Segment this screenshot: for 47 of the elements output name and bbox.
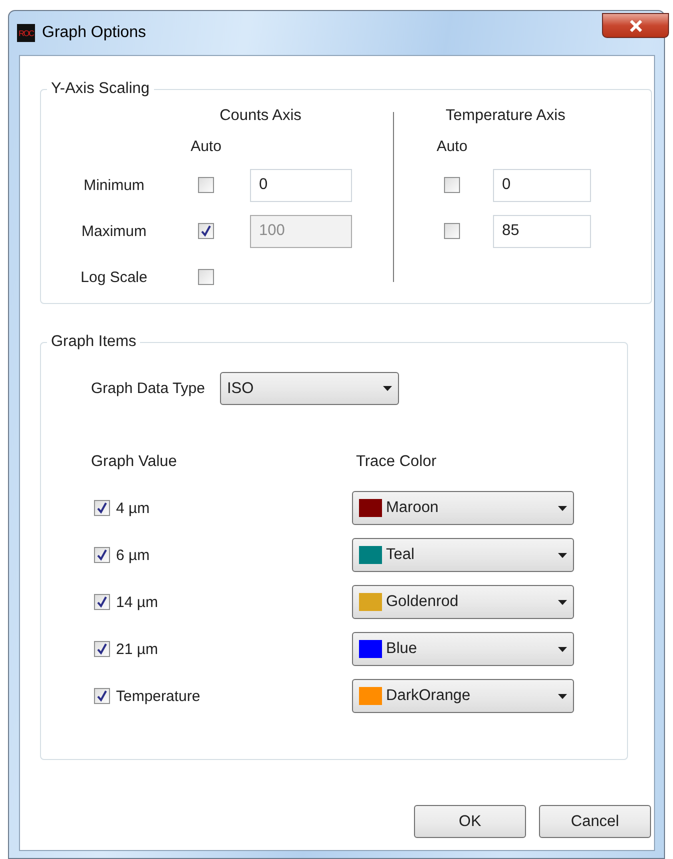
column-label: Auto xyxy=(436,138,468,154)
checkbox-label: 14 µm xyxy=(116,594,158,610)
field-label: Graph Data Type xyxy=(91,380,205,397)
dropdown-arrow-icon xyxy=(558,694,567,698)
column-header: Trace Color xyxy=(356,453,438,471)
column-header: Counts Axis xyxy=(218,107,302,125)
number-field[interactable]: 0 xyxy=(493,168,591,202)
group-title: Graph Items xyxy=(50,333,138,351)
row-label: Maximum xyxy=(81,222,146,240)
dropdown-arrow-icon xyxy=(558,552,567,558)
checkbox-label: 4 µm xyxy=(116,500,150,516)
number-field[interactable]: 0 xyxy=(250,168,352,202)
dialog-button[interactable]: Cancel xyxy=(539,805,651,838)
close-icon xyxy=(628,20,642,32)
close-button[interactable] xyxy=(602,13,669,38)
checkbox[interactable] xyxy=(444,223,460,239)
checkbox[interactable] xyxy=(94,641,110,657)
column-header: Temperature Axis xyxy=(444,107,566,125)
window-title: Graph Options xyxy=(42,24,146,42)
checkbox[interactable] xyxy=(94,688,110,704)
checkbox[interactable] xyxy=(94,500,110,516)
row-label: Log Scale xyxy=(80,268,148,286)
dropdown-arrow-icon xyxy=(382,386,392,391)
checkbox[interactable] xyxy=(198,269,214,285)
dropdown-arrow-icon xyxy=(558,506,567,510)
dropdown-arrow-icon xyxy=(558,600,567,604)
color-dropdown[interactable]: Teal xyxy=(352,538,574,572)
row-label: Minimum xyxy=(84,176,144,194)
number-field[interactable]: 85 xyxy=(493,214,591,248)
checkbox-label: 6 µm xyxy=(116,546,150,564)
group-title: Y-Axis Scaling xyxy=(50,80,151,98)
checkbox[interactable] xyxy=(198,177,214,193)
checkbox[interactable] xyxy=(444,177,460,193)
checkbox-label: 21 µm xyxy=(116,640,158,658)
color-dropdown[interactable]: Blue xyxy=(352,632,574,666)
checkbox-label: Temperature xyxy=(116,688,200,704)
column-header: Graph Value xyxy=(91,453,178,471)
app-icon: ROC xyxy=(17,24,35,42)
checkbox[interactable] xyxy=(94,547,110,563)
color-dropdown[interactable]: Maroon xyxy=(352,491,574,525)
dropdown-arrow-icon xyxy=(558,646,567,652)
data-type-dropdown[interactable]: ISO xyxy=(220,372,399,405)
checkbox[interactable] xyxy=(94,594,110,610)
color-dropdown[interactable]: Goldenrod xyxy=(352,585,574,619)
column-label: Auto xyxy=(190,138,222,154)
dialog-button[interactable]: OK xyxy=(414,805,526,838)
color-dropdown[interactable]: DarkOrange xyxy=(352,679,574,713)
